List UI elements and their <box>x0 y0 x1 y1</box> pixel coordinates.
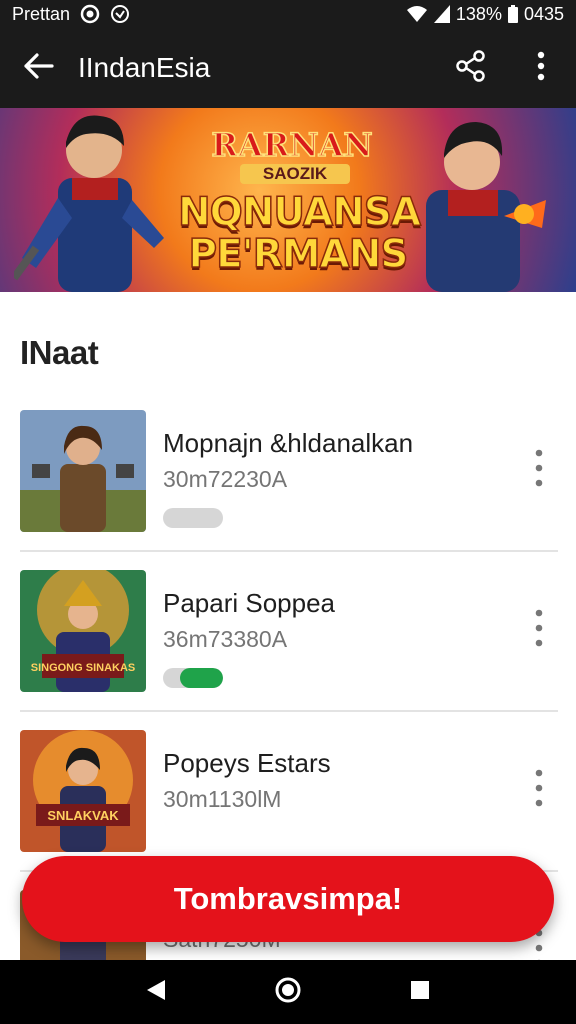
hero-character-right-image <box>426 122 546 292</box>
overflow-menu-button[interactable] <box>506 28 576 108</box>
app-bar: IIndanEsia <box>0 28 576 108</box>
nav-recents-button[interactable] <box>390 962 450 1022</box>
game-meta: 30m72230A <box>163 466 288 492</box>
battery-percent: 138% <box>455 3 502 24</box>
more-vert-icon <box>535 608 543 653</box>
notification-sync-icon <box>110 4 130 24</box>
banner-logo-sub: SAOZIK <box>240 164 350 184</box>
item-more-button[interactable] <box>524 608 554 652</box>
primary-action-button[interactable]: Tombravsimpa! <box>22 856 554 942</box>
notification-record-icon <box>80 4 100 24</box>
share-icon <box>456 49 486 87</box>
game-meta: 36m73380A <box>163 626 288 652</box>
back-arrow-icon <box>24 52 54 84</box>
more-vert-icon <box>535 768 543 813</box>
game-title: Mopnajn &hldanalkan <box>163 428 414 458</box>
back-triangle-icon <box>145 978 167 1007</box>
promo-banner[interactable]: RARNAN SAOZIK NQNUANSA PE'RMANS <box>0 108 576 292</box>
item-more-button[interactable] <box>524 448 554 492</box>
banner-logo-top: RARNAN <box>211 125 374 165</box>
item-more-button[interactable] <box>524 768 554 812</box>
install-toggle[interactable] <box>163 508 223 528</box>
game-thumbnail-3-image: SNLAKVAK <box>20 730 146 852</box>
thumb-label: SINGONG SINAKAS <box>31 662 136 674</box>
status-bar: Prettan 138% 0435 <box>0 0 576 28</box>
list-item[interactable]: Mopnajn &hldanalkan 30m72230A <box>0 392 576 552</box>
home-circle-icon <box>274 976 302 1009</box>
wifi-icon <box>406 5 428 23</box>
banner-logo-line-1: NQNUANSA <box>177 190 422 235</box>
list-item[interactable]: SNLAKVAK Popeys Estars 30m1130lM <box>0 712 576 872</box>
more-vert-icon <box>535 448 543 493</box>
banner-logo-main: NQNUANSA PE'RMANS <box>177 190 422 277</box>
more-vert-icon <box>537 51 545 86</box>
signal-icon <box>433 5 450 23</box>
back-button[interactable] <box>0 28 78 108</box>
thumb-label: SNLAKVAK <box>47 808 119 823</box>
game-meta: 30m1130lM <box>163 786 282 812</box>
install-toggle[interactable] <box>163 668 223 688</box>
game-thumbnail-1-image <box>20 410 146 532</box>
game-thumbnail-2-image: SINGONG SINAKAS <box>20 570 146 692</box>
clock: 0435 <box>523 3 564 24</box>
toggle-fill <box>179 668 223 688</box>
hero-character-left-image <box>14 115 164 292</box>
game-title: Papari Soppea <box>163 588 336 618</box>
share-button[interactable] <box>436 28 506 108</box>
nav-home-button[interactable] <box>258 962 318 1022</box>
page-title: IIndanEsia <box>78 52 211 83</box>
carrier-label: Prettan <box>12 3 71 24</box>
banner-logo-line-2: PE'RMANS <box>188 232 409 277</box>
system-navigation-bar <box>0 960 576 1024</box>
battery-icon <box>507 5 518 23</box>
list-item[interactable]: SINGONG SINAKAS Papari Soppea 36m73380A <box>0 552 576 712</box>
recents-square-icon <box>409 979 431 1006</box>
section-title: INaat <box>20 334 99 371</box>
nav-back-button[interactable] <box>126 962 186 1022</box>
game-title: Popeys Estars <box>163 748 331 778</box>
